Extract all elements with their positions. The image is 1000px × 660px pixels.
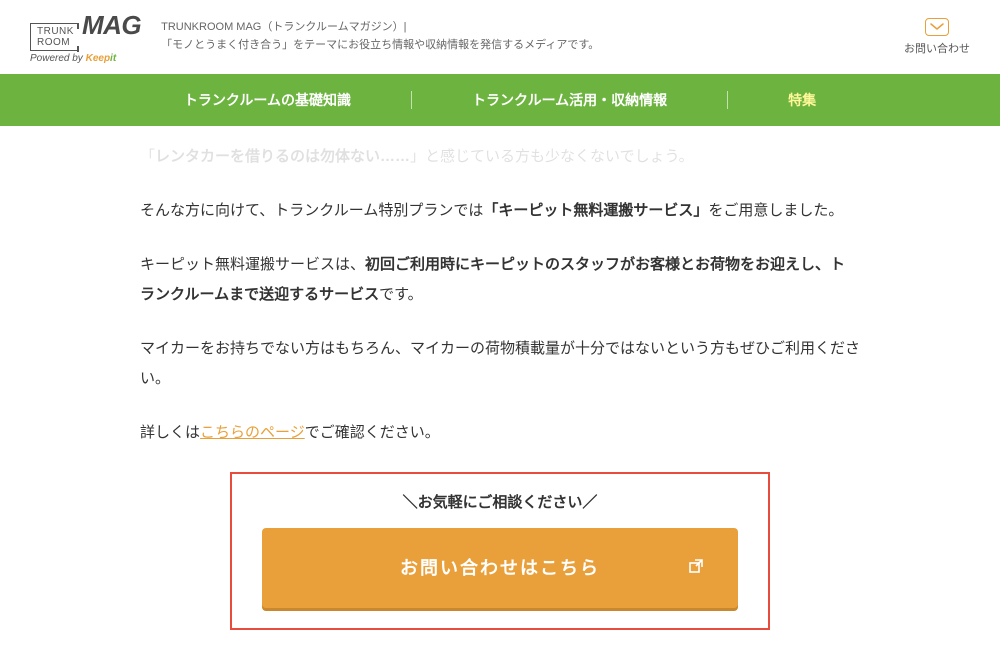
mail-icon xyxy=(925,18,949,36)
cta-box: ＼お気軽にご相談ください／ お問い合わせはこちら xyxy=(230,472,770,630)
cta-button-label: お問い合わせはこちら xyxy=(400,550,600,586)
header-contact-label: お問い合わせ xyxy=(904,40,970,56)
text: です。 xyxy=(379,286,423,303)
nav-item-basics[interactable]: トランクルームの基礎知識 xyxy=(124,90,411,110)
header-desc-line2: 「モノとうまく付き合う」をテーマにお役立ち情報や収納情報を発信するメディアです。 xyxy=(161,37,904,55)
cta-contact-button[interactable]: お問い合わせはこちら xyxy=(262,528,738,608)
article-paragraph: そんな方に向けて、トランクルーム特別プランでは「キーピット無料運搬サービス」をご… xyxy=(140,196,860,226)
text: そんな方に向けて、トランクルーム特別プランでは xyxy=(140,202,483,219)
global-nav: トランクルームの基礎知識 トランクルーム活用・収納情報 特集 xyxy=(0,74,1000,126)
text: でご確認ください。 xyxy=(305,424,440,441)
text: 詳しくは xyxy=(140,424,200,441)
header-contact-button[interactable]: お問い合わせ xyxy=(904,18,970,56)
logo-sub-it: it xyxy=(110,53,116,64)
article-line-partial: 「レンタカーを借りるのは勿体ない……」と感じている方も少なくないでしょう。 xyxy=(140,142,860,172)
details-link[interactable]: こちらのページ xyxy=(200,424,305,441)
site-logo[interactable]: TRUNK ROOM MAG Powered by Keepit xyxy=(30,10,141,64)
external-link-icon xyxy=(688,550,704,586)
article-paragraph: マイカーをお持ちでない方はもちろん、マイカーの荷物積載量が十分ではないという方も… xyxy=(140,334,860,394)
article-paragraph: 詳しくはこちらのページでご確認ください。 xyxy=(140,418,860,448)
logo-trunk-line1: TRUNK xyxy=(37,26,74,37)
cta-lead-text: ＼お気軽にご相談ください／ xyxy=(262,488,738,518)
logo-subtitle: Powered by Keepit xyxy=(30,53,141,64)
text: をご用意しました。 xyxy=(708,202,843,219)
nav-item-storage[interactable]: トランクルーム活用・収納情報 xyxy=(412,90,727,110)
logo-mag-text: MAG xyxy=(82,10,141,41)
nav-item-feature[interactable]: 特集 xyxy=(728,90,876,110)
header-description: TRUNKROOM MAG（トランクルームマガジン）| 「モノとうまく付き合う」… xyxy=(161,19,904,54)
logo-trunk-icon: TRUNK ROOM xyxy=(30,23,78,51)
logo-trunk-line2: ROOM xyxy=(37,37,74,48)
logo-sub-keep: Keep xyxy=(86,53,110,64)
logo-sub-prefix: Powered by xyxy=(30,53,86,64)
text: キーピット無料運搬サービスは、 xyxy=(140,256,365,273)
text-bold: 「キーピット無料運搬サービス」 xyxy=(483,202,708,219)
article-body: 「レンタカーを借りるのは勿体ない……」と感じている方も少なくないでしょう。 そん… xyxy=(0,126,1000,660)
article-paragraph: キーピット無料運搬サービスは、初回ご利用時にキーピットのスタッフがお客様とお荷物… xyxy=(140,250,860,310)
header-desc-line1: TRUNKROOM MAG（トランクルームマガジン）| xyxy=(161,19,904,37)
site-header: TRUNK ROOM MAG Powered by Keepit TRUNKRO… xyxy=(0,0,1000,74)
